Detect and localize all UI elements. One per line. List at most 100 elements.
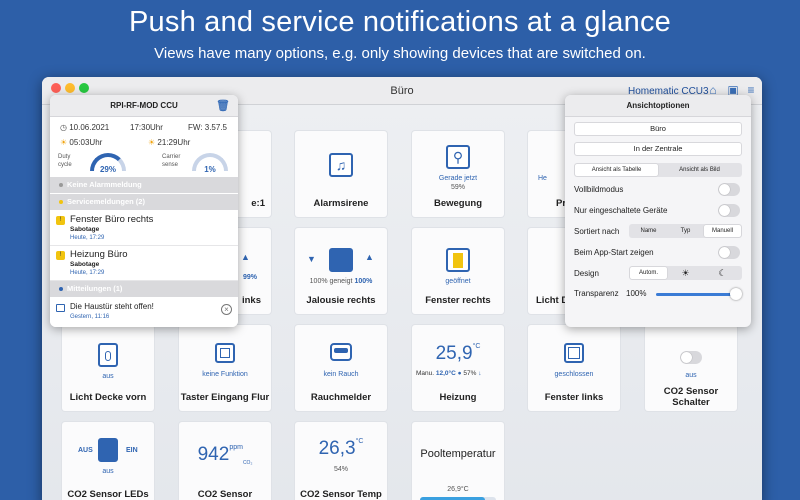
design-label: Design xyxy=(574,269,599,278)
sunrise-row: ☀ 05:03Uhr xyxy=(60,138,103,147)
transparency-value: 100% xyxy=(626,289,647,298)
setpoint-value: 12,0°C xyxy=(435,370,456,377)
tile-name: Pooltemperatur xyxy=(420,448,496,460)
transparency-slider-track[interactable] xyxy=(656,293,736,296)
tile-state: 100% geneigt 100% xyxy=(295,278,387,285)
tile-name: CO2 Sensor xyxy=(197,489,253,500)
window-closed-icon xyxy=(564,343,584,363)
co2-value: 942ppmCO₂ xyxy=(197,444,253,466)
subline: Views have many options, e.g. only showi… xyxy=(154,45,646,62)
dismiss-icon[interactable]: × xyxy=(221,304,232,315)
thermometer-icon: ↓ xyxy=(478,370,482,377)
service-message-1[interactable]: ! Fenster Büro rechts Sabotage Heute, 17… xyxy=(50,211,238,246)
heating-details: Manu. 12,0°C ● 57% ↓ xyxy=(416,370,481,377)
device-tile-bewegung[interactable]: ⚲ Gerade jetzt 59% Bewegung xyxy=(412,131,504,217)
view-table-option[interactable]: Ansicht als Tabelle xyxy=(575,164,658,176)
view-image-option[interactable]: Ansicht als Bild xyxy=(658,164,741,176)
down-icon[interactable]: ▼ xyxy=(307,254,316,264)
service-section-header[interactable]: Servicemeldungen (2) xyxy=(50,194,238,210)
led-on-label[interactable]: EIN xyxy=(126,447,138,454)
led-off-label[interactable]: AUS xyxy=(78,447,93,454)
water-drop-icon: ● xyxy=(457,370,462,377)
duty-cycle-value: 29% xyxy=(99,165,116,174)
popover-title: Ansichtoptionen xyxy=(565,95,751,117)
design-segment: Autom. ☀ ☾ xyxy=(629,266,742,280)
sun-icon[interactable]: ☀ xyxy=(667,267,704,279)
clock-icon: ◷ xyxy=(60,123,67,132)
tile-name: Fenster rechts xyxy=(425,295,491,306)
sunrise-icon: ☀ xyxy=(60,138,68,147)
message-type: Sabotage xyxy=(70,226,100,233)
fullscreen-label: Vollbildmodus xyxy=(574,185,624,194)
device-tile-alarmsirene[interactable]: ♫ Alarmsirene xyxy=(295,131,387,217)
up-icon[interactable]: ▲ xyxy=(365,252,374,262)
minimize-window-button[interactable] xyxy=(65,83,75,93)
warning-icon: ! xyxy=(56,216,65,225)
device-tile-licht-decke[interactable]: aus Licht Decke vorn xyxy=(62,325,154,411)
tile-state: geöffnet xyxy=(445,278,471,285)
sort-name-option[interactable]: Name xyxy=(630,225,667,237)
device-tile-co2-temp[interactable]: 26,3°C 54% CO2 Sensor Temp xyxy=(295,422,387,500)
moon-icon[interactable]: ☾ xyxy=(704,267,741,279)
message-title: Die Haustür steht offen! xyxy=(70,302,154,311)
design-auto-option[interactable]: Autom. xyxy=(630,267,667,279)
device-tile-taster[interactable]: keine Funktion Taster Eingang Flur xyxy=(179,325,271,411)
tile-name: Licht Decke vorn xyxy=(69,392,147,403)
trash-icon[interactable]: 🗑 xyxy=(216,99,230,113)
tile-state: aus xyxy=(102,468,114,475)
alarm-section-header[interactable]: Keine Alarmmeldung xyxy=(50,177,238,193)
device-tile-co2-leds[interactable]: AUS EIN aus CO2 Sensor LEDs xyxy=(62,422,154,500)
service-message-2[interactable]: ! Heizung Büro Sabotage Heute, 17:29 xyxy=(50,246,238,281)
notification-message[interactable]: Die Haustür steht offen! Gestern, 11:16 … xyxy=(50,298,238,327)
device-tile-rauchmelder[interactable]: kein Rauch Rauchmelder xyxy=(295,325,387,411)
message-time: Gestern, 11:16 xyxy=(70,314,110,320)
view-mode-segment: Ansicht als Tabelle Ansicht als Bild xyxy=(574,163,742,177)
device-tile-co2-schalter[interactable]: aus CO2 Sensor Schalter xyxy=(645,325,737,411)
level-value: 100% xyxy=(354,278,373,285)
tile-name: Jalousie rechts xyxy=(306,295,376,306)
zoom-window-button[interactable] xyxy=(79,83,89,93)
warning-icon: ! xyxy=(56,251,65,260)
tile-name: CO2 Sensor Temp xyxy=(300,489,382,500)
door-open-icon xyxy=(446,248,470,272)
co2-switch-toggle[interactable] xyxy=(680,351,702,364)
sunset-row: ☀ 21:29Uhr xyxy=(148,138,191,147)
only-on-toggle[interactable] xyxy=(718,204,740,217)
transparency-slider-thumb[interactable] xyxy=(730,288,742,300)
device-tile-jalousie[interactable]: ▼ ▲ 100% geneigt 100% Jalousie rechts xyxy=(295,228,387,314)
window-title: Büro xyxy=(390,85,414,97)
sort-type-option[interactable]: Typ xyxy=(667,225,704,237)
message-icon xyxy=(56,304,65,312)
shutter-icon xyxy=(329,248,353,272)
sort-segment: Name Typ Manuell xyxy=(629,224,742,238)
tile-state: Gerade jetzt xyxy=(438,175,478,182)
pool-temp-value: 26,9°C xyxy=(447,486,469,493)
device-tile-pooltemperatur[interactable]: Pooltemperatur 26,9°C xyxy=(412,422,504,500)
device-tile-fenster-rechts[interactable]: geöffnet Fenster rechts xyxy=(412,228,504,314)
startup-toggle[interactable] xyxy=(718,246,740,259)
humidity-value: 57% xyxy=(463,370,477,377)
transparency-label: Transparenz xyxy=(574,289,619,298)
fullscreen-toggle[interactable] xyxy=(718,183,740,196)
up-icon[interactable]: ▲ xyxy=(241,252,250,262)
sort-manual-option[interactable]: Manuell xyxy=(704,225,741,237)
tilt-value: 100% geneigt xyxy=(309,278,353,285)
tile-name: Rauchmelder xyxy=(310,392,372,403)
device-tile-fenster-links[interactable]: geschlossen Fenster links xyxy=(528,325,620,411)
close-window-button[interactable] xyxy=(51,83,61,93)
temperature-value: 26,3°C xyxy=(318,438,364,459)
mode-value: Manu. xyxy=(416,370,435,377)
messages-section-header[interactable]: Mitteilungen (1) xyxy=(50,281,238,297)
motion-icon: ⚲ xyxy=(446,145,470,169)
device-tile-co2-sensor[interactable]: 942ppmCO₂ CO2 Sensor xyxy=(179,422,271,500)
central-selector[interactable]: In der Zentrale xyxy=(574,142,742,156)
sunset-icon: ☀ xyxy=(148,138,156,147)
smoke-detector-icon xyxy=(330,343,352,361)
humidity-value: 54% xyxy=(333,466,348,473)
tile-state: keine Funktion xyxy=(202,371,248,378)
device-tile-heizung[interactable]: 25,9°C Manu. 12,0°C ● 57% ↓ Heizung xyxy=(412,325,504,411)
switch-icon xyxy=(215,343,235,363)
room-selector[interactable]: Büro xyxy=(574,122,742,136)
tile-name: Alarmsirene xyxy=(313,198,369,209)
tile-state: kein Rauch xyxy=(323,371,359,378)
